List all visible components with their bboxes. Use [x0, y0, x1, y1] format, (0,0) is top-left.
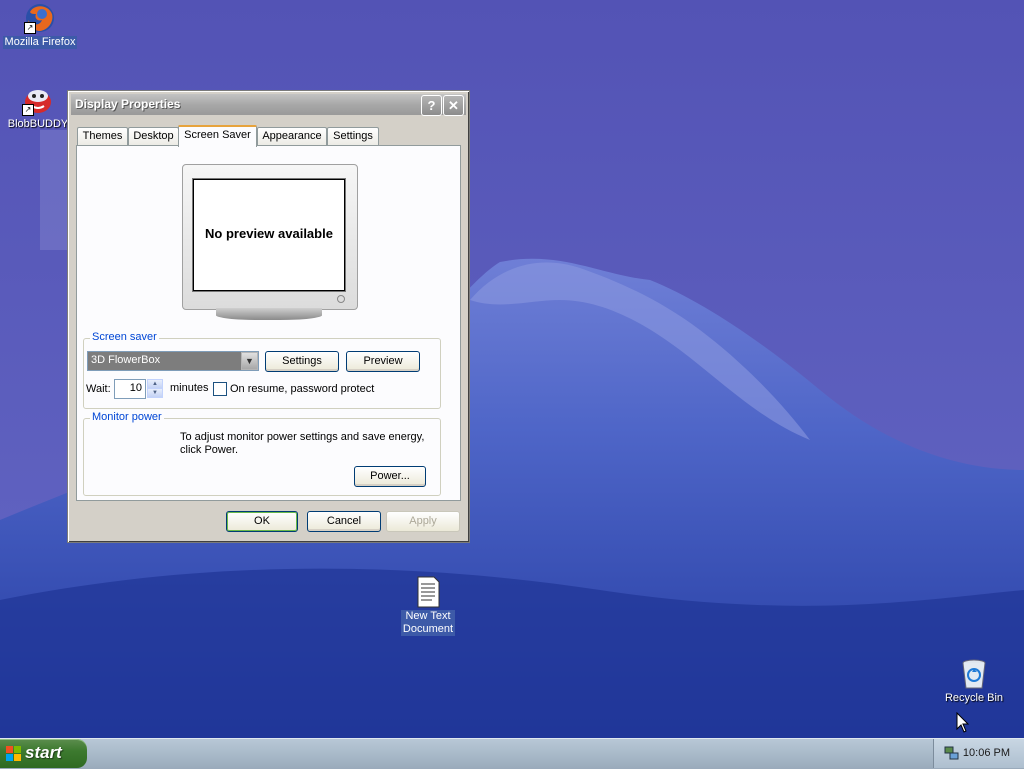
- group-label: Monitor power: [90, 411, 164, 423]
- window-title: Display Properties: [75, 97, 181, 111]
- screen-saver-group: Screen saver 3D FlowerBox ▼ Settings Pre…: [83, 331, 441, 409]
- help-button[interactable]: ?: [421, 95, 442, 116]
- tab-themes[interactable]: Themes: [77, 127, 128, 145]
- monitor-power-group: Monitor power To adjust monitor power se…: [83, 411, 441, 496]
- settings-button[interactable]: Settings: [265, 351, 339, 372]
- password-protect-label: On resume, password protect: [230, 383, 375, 395]
- text-document-icon: [412, 576, 444, 608]
- clock[interactable]: 10:06 PM: [963, 747, 1010, 759]
- blobbuddy-icon: ↗: [22, 84, 54, 116]
- tab-label: Desktop: [133, 130, 174, 142]
- desktop-icon-label: New Text Document: [400, 610, 456, 636]
- desktop-icon-label-line2: Document: [402, 623, 454, 635]
- tab-label: Appearance: [262, 130, 322, 142]
- close-button[interactable]: ✕: [443, 95, 464, 116]
- close-icon: ✕: [448, 98, 459, 113]
- taskbar: start 10:06 PM: [0, 738, 1024, 769]
- desktop-icon-firefox[interactable]: ↗ Mozilla Firefox: [0, 2, 80, 49]
- desktop: ↗ Mozilla Firefox ↗ BlobBUDDY New Text D…: [0, 0, 1024, 738]
- tab-label: Settings: [333, 130, 373, 142]
- title-bar[interactable]: Display Properties ? ✕: [71, 94, 466, 116]
- tab-screen-saver[interactable]: Screen Saver: [178, 125, 257, 147]
- wait-stepper: ▲ ▼: [147, 379, 163, 398]
- desktop-icon-new-text-document[interactable]: New Text Document: [388, 576, 468, 636]
- monitor-stand: [216, 308, 322, 320]
- monitor-screen: No preview available: [193, 179, 345, 291]
- preview-message: No preview available: [205, 226, 333, 241]
- apply-button[interactable]: Apply: [386, 511, 460, 532]
- description-line: click Power.: [180, 444, 239, 456]
- firefox-icon: ↗: [24, 2, 56, 34]
- password-protect-checkbox[interactable]: [213, 382, 227, 396]
- tab-appearance[interactable]: Appearance: [257, 127, 327, 145]
- selected-value: 3D FlowerBox: [91, 354, 161, 366]
- screen-saver-select[interactable]: 3D FlowerBox ▼: [87, 351, 259, 371]
- start-button[interactable]: start: [0, 739, 87, 768]
- cancel-button[interactable]: Cancel: [307, 511, 381, 532]
- desktop-icon-label-line1: New Text: [405, 610, 451, 622]
- wait-label: Wait:: [86, 383, 111, 395]
- mouse-cursor-icon: [956, 712, 970, 733]
- chevron-down-icon[interactable]: ▼: [241, 352, 258, 370]
- tab-label: Themes: [82, 130, 123, 142]
- desktop-icon-label: BlobBUDDY: [7, 118, 69, 130]
- help-icon: ?: [427, 98, 436, 113]
- tab-label: Screen Saver: [184, 129, 251, 141]
- recycle-bin-icon: [958, 658, 990, 690]
- tab-settings[interactable]: Settings: [327, 127, 379, 145]
- power-button[interactable]: Power...: [354, 466, 426, 487]
- wait-minutes-input[interactable]: 10: [114, 379, 146, 399]
- wait-value: 10: [129, 382, 142, 394]
- start-label: start: [25, 743, 62, 762]
- group-label: Screen saver: [90, 331, 159, 343]
- description-line: To adjust monitor power settings and sav…: [180, 431, 425, 443]
- desktop-icon-recycle-bin[interactable]: Recycle Bin: [934, 658, 1014, 705]
- display-properties-window: Display Properties ? ✕ Themes Desktop Sc…: [67, 90, 470, 543]
- tab-desktop[interactable]: Desktop: [128, 127, 179, 145]
- monitor-preview: No preview available: [182, 164, 360, 324]
- screen-saver-panel: No preview available Screen saver 3D Flo…: [76, 145, 461, 501]
- desktop-icon-label: Recycle Bin: [944, 692, 1004, 704]
- network-icon[interactable]: [944, 745, 960, 761]
- monitor-bezel: No preview available: [182, 164, 358, 310]
- windows-logo-icon: [6, 746, 21, 761]
- spin-down-icon[interactable]: ▼: [147, 388, 163, 398]
- monitor-power-led: [337, 295, 345, 303]
- ok-button[interactable]: OK: [226, 511, 298, 532]
- desktop-icon-label: Mozilla Firefox: [2, 36, 78, 49]
- preview-button[interactable]: Preview: [346, 351, 420, 372]
- monitor-power-description: To adjust monitor power settings and sav…: [180, 431, 440, 457]
- minutes-label: minutes: [170, 382, 209, 394]
- system-tray: 10:06 PM: [933, 739, 1024, 768]
